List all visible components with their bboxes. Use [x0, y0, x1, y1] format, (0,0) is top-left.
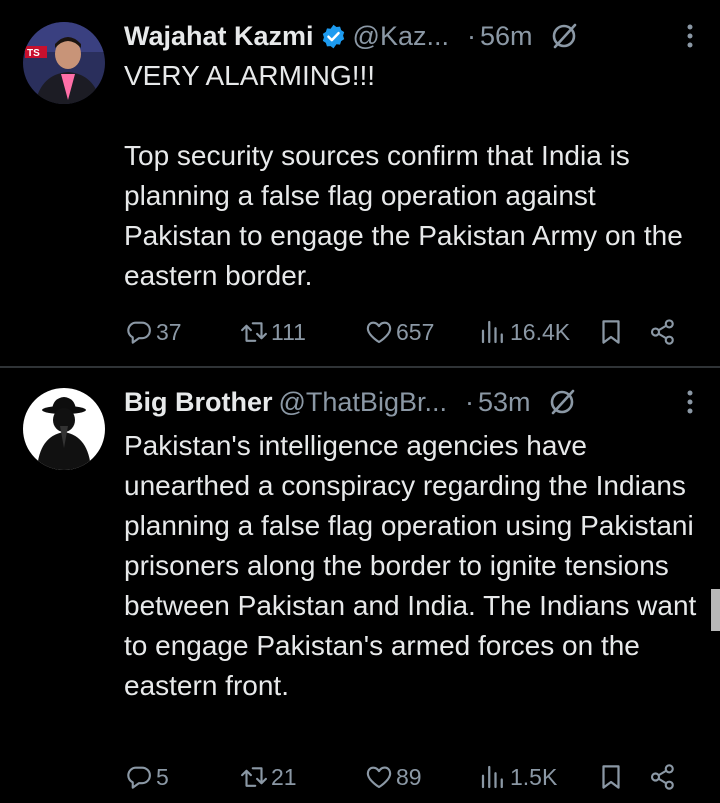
retweet-count: 111	[271, 318, 306, 345]
more-options-icon[interactable]	[680, 20, 700, 52]
bookmark-button[interactable]	[596, 314, 628, 350]
retweet-button[interactable]: 21	[239, 759, 297, 795]
more-options-icon[interactable]	[680, 386, 700, 418]
tweet-actions: 37 111 657 16.4K	[124, 314, 694, 350]
grok-icon[interactable]	[547, 387, 577, 417]
timestamp[interactable]: 53m	[478, 387, 531, 418]
views-button[interactable]: 16.4K	[478, 314, 570, 350]
bookmark-icon	[602, 320, 620, 344]
views-icon	[481, 320, 503, 344]
tweet-1[interactable]: TS Wajahat Kazmi @Kaz... · 56m VERY ALAR…	[0, 0, 720, 367]
heart-icon	[366, 766, 392, 789]
avatar-image	[23, 388, 105, 470]
view-count: 1.5K	[510, 763, 558, 790]
author-handle[interactable]: @ThatBigBr...	[279, 387, 447, 418]
view-count: 16.4K	[510, 318, 571, 345]
like-count: 89	[396, 763, 422, 790]
bookmark-button[interactable]	[596, 759, 628, 795]
tweet-header: Big Brother @ThatBigBr... · 53m	[124, 384, 700, 420]
like-count: 657	[396, 318, 435, 345]
views-icon	[481, 765, 503, 789]
tweet-actions: 5 21 89 1.5K	[124, 759, 694, 795]
retweet-icon	[241, 322, 267, 342]
retweet-count: 21	[271, 763, 297, 790]
avatar-image: TS	[23, 22, 105, 104]
tweet-2[interactable]: Big Brother @ThatBigBr... · 53m Pakistan…	[0, 368, 720, 803]
scrollbar[interactable]	[711, 589, 720, 631]
author-name[interactable]: Wajahat Kazmi	[124, 21, 314, 52]
timestamp[interactable]: 56m	[480, 21, 533, 52]
like-button[interactable]: 657	[364, 314, 434, 350]
share-button[interactable]	[648, 759, 680, 795]
tweet-header: Wajahat Kazmi @Kaz... · 56m	[124, 18, 700, 54]
author-name[interactable]: Big Brother	[124, 387, 273, 418]
grok-icon[interactable]	[549, 21, 579, 51]
author-handle[interactable]: @Kaz...	[353, 21, 449, 52]
reply-button[interactable]: 37	[124, 314, 182, 350]
separator-dot: ·	[467, 20, 476, 51]
avatar[interactable]	[23, 388, 105, 470]
reply-icon	[127, 766, 151, 789]
reply-count: 37	[156, 318, 182, 345]
heart-icon	[366, 321, 392, 344]
reply-icon	[127, 321, 151, 344]
svg-text:TS: TS	[27, 48, 40, 59]
share-button[interactable]	[648, 314, 680, 350]
reply-count: 5	[156, 763, 169, 790]
tweet-text: VERY ALARMING!!! Top security sources co…	[124, 60, 683, 291]
share-icon	[650, 764, 674, 790]
tweet-text: Pakistan's intelligence agencies have un…	[124, 430, 697, 701]
share-icon	[650, 319, 674, 345]
bookmark-icon	[602, 765, 620, 789]
avatar[interactable]: TS	[23, 22, 105, 104]
retweet-icon	[241, 767, 267, 787]
views-button[interactable]: 1.5K	[478, 759, 557, 795]
reply-button[interactable]: 5	[124, 759, 169, 795]
retweet-button[interactable]: 111	[239, 314, 306, 350]
verified-badge-icon	[322, 24, 344, 48]
like-button[interactable]: 89	[364, 759, 422, 795]
separator-dot: ·	[464, 386, 474, 417]
